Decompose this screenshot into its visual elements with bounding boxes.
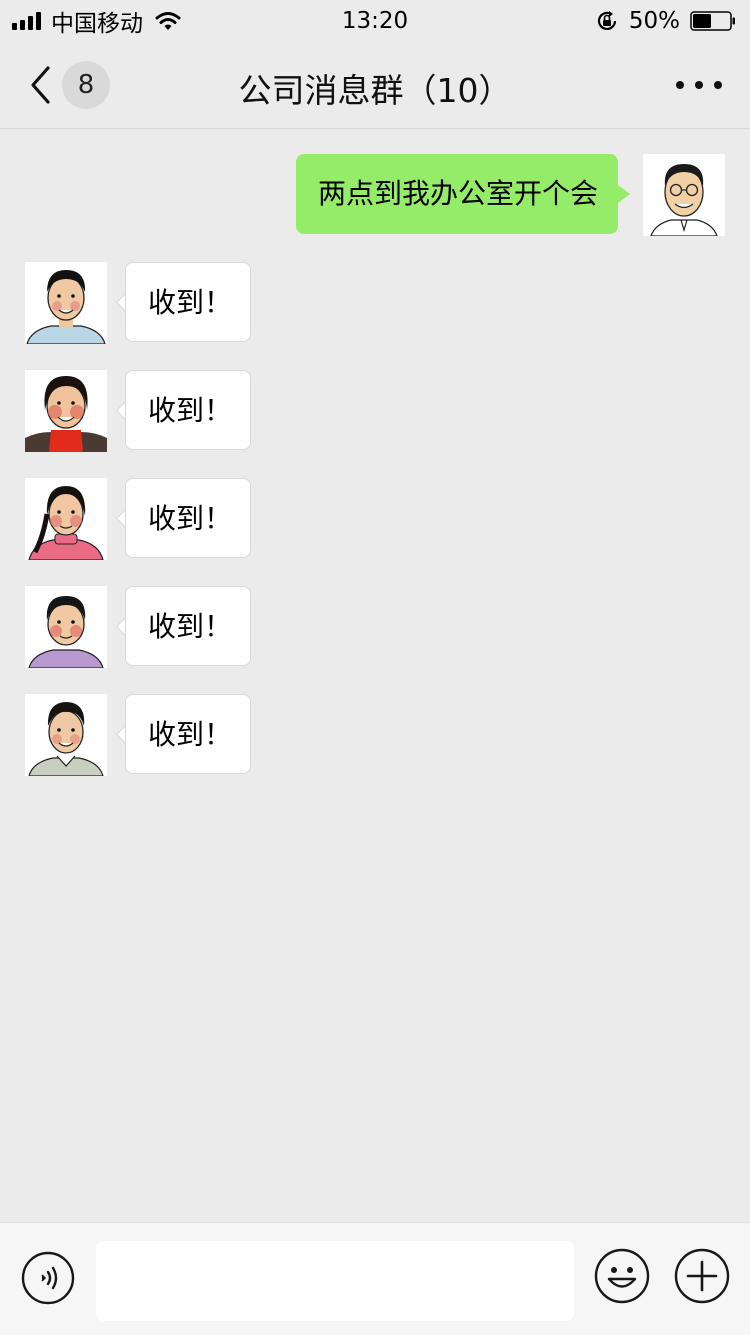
man-collared-shirt-avatar-icon bbox=[25, 694, 107, 776]
message-incoming: 收到！ bbox=[0, 586, 750, 668]
avatar[interactable] bbox=[25, 262, 107, 344]
message-incoming: 收到！ bbox=[0, 370, 750, 452]
emoji-icon[interactable] bbox=[594, 1248, 650, 1304]
message-text: 收到！ bbox=[148, 394, 233, 427]
message-bubble[interactable]: 收到！ bbox=[125, 370, 251, 450]
more-dot-icon bbox=[695, 81, 703, 89]
message-outgoing: 两点到我办公室开个会 bbox=[0, 154, 750, 236]
message-bubble[interactable]: 两点到我办公室开个会 bbox=[296, 154, 618, 234]
message-bubble[interactable]: 收到！ bbox=[125, 478, 251, 558]
more-dot-icon bbox=[676, 81, 684, 89]
message-text: 收到！ bbox=[148, 610, 233, 643]
man-light-blue-shirt-avatar-icon bbox=[25, 262, 107, 344]
more-dot-icon bbox=[714, 81, 722, 89]
avatar[interactable] bbox=[643, 154, 725, 236]
message-text: 两点到我办公室开个会 bbox=[318, 177, 599, 210]
more-options-button[interactable] bbox=[676, 72, 722, 98]
chevron-left-icon bbox=[31, 66, 50, 104]
message-incoming: 收到！ bbox=[0, 478, 750, 560]
message-text: 收到！ bbox=[148, 718, 233, 751]
input-bar bbox=[0, 1222, 750, 1335]
status-right: 50% bbox=[595, 6, 736, 36]
nav-bar: 8 公司消息群（10） bbox=[0, 42, 750, 129]
rotation-lock-icon bbox=[597, 11, 616, 30]
message-bubble[interactable]: 收到！ bbox=[125, 694, 251, 774]
message-bubble[interactable]: 收到！ bbox=[125, 262, 251, 342]
woman-purple-shirt-avatar-icon bbox=[25, 586, 107, 668]
message-text: 收到！ bbox=[148, 286, 233, 319]
message-text: 收到！ bbox=[148, 502, 233, 535]
message-input[interactable] bbox=[96, 1241, 574, 1321]
avatar[interactable] bbox=[25, 478, 107, 560]
avatar[interactable] bbox=[25, 586, 107, 668]
message-incoming: 收到！ bbox=[0, 694, 750, 776]
woman-pink-sweater-avatar-icon bbox=[25, 478, 107, 560]
voice-icon[interactable] bbox=[21, 1251, 75, 1305]
chat-title: 公司消息群（10） bbox=[238, 71, 512, 110]
avatar[interactable] bbox=[25, 370, 107, 452]
battery-percent: 50% bbox=[628, 8, 680, 34]
unread-count-badge: 8 bbox=[62, 61, 110, 109]
back-button[interactable]: 8 bbox=[28, 61, 118, 109]
man-with-glasses-avatar-icon bbox=[643, 154, 725, 236]
plus-icon[interactable] bbox=[674, 1248, 730, 1304]
battery-icon bbox=[690, 11, 735, 31]
avatar[interactable] bbox=[25, 694, 107, 776]
message-bubble[interactable]: 收到！ bbox=[125, 586, 251, 666]
status-bar: 中国移动 13:20 50% bbox=[0, 0, 750, 42]
woman-red-sweater-avatar-icon bbox=[25, 370, 107, 452]
bubble-tail bbox=[618, 185, 630, 203]
message-incoming: 收到！ bbox=[0, 262, 750, 344]
